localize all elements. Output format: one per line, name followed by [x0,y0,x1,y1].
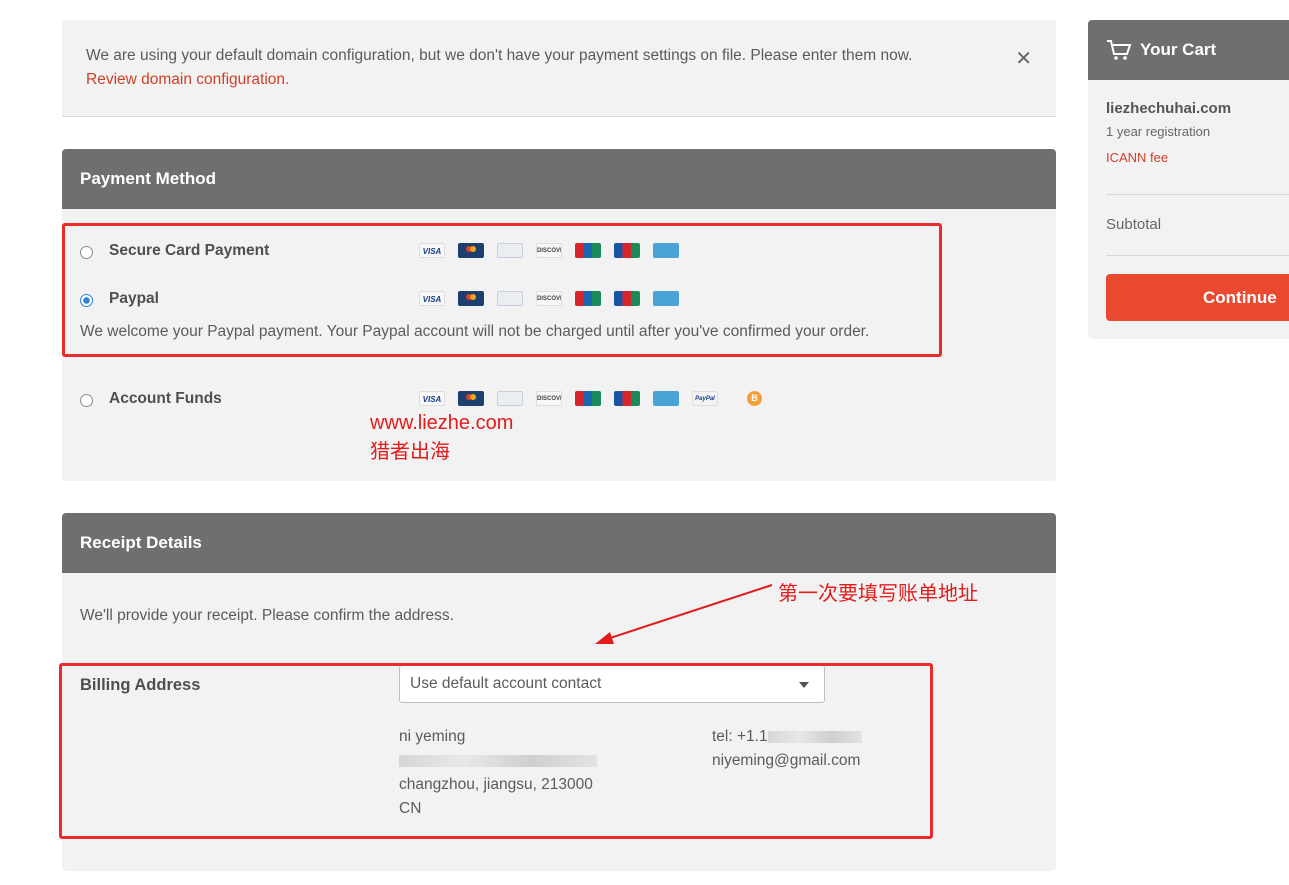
chevron-down-icon [799,682,809,688]
receipt-intro: We'll provide your receipt. Please confi… [80,607,454,624]
receipt-details-title: Receipt Details [62,513,1056,573]
visa-icon: VISA [419,243,445,258]
annotation-text: 第一次要填写账单地址 [778,583,978,605]
contact-tel: tel: +1.1 [712,725,862,749]
bitcoin-icon: B [747,391,762,406]
receipt-details-panel: Receipt Details We'll provide your recei… [62,513,1056,871]
billing-address-select[interactable]: Use default account contact [399,665,825,703]
paypal-description: We welcome your Paypal payment. Your Pay… [80,323,870,340]
discover-icon: DISCOVER [536,243,562,258]
funds-radio[interactable] [80,393,93,407]
paypal-icon: PayPal [692,391,718,406]
cart-registration: 1 year registration [1106,124,1211,139]
amex-icon [497,243,523,258]
address-city: changzhou, jiangsu, 213000 [399,776,593,793]
paysafe-icon [653,291,679,306]
mastercard-icon [458,391,484,406]
contact-block: tel: +1.1 niyeming@gmail.com [712,725,862,773]
paypal-radio[interactable] [80,293,93,307]
amex-icon [497,291,523,306]
select-value: Use default account contact [410,675,602,692]
review-domain-link[interactable]: Review domain configuration [86,71,285,88]
watermark-text: www.liezhe.com 猎者出海 [370,409,513,467]
unionpay-icon [575,243,601,258]
watermark-cn: 猎者出海 [370,441,450,463]
discover-icon: DISCOVER [536,391,562,406]
paypal-option-label: Paypal [109,290,159,307]
tel-text: tel: +1.1 [712,728,768,745]
payment-method-panel: Payment Method Secure Card Payment VISA … [62,149,1056,481]
subtotal-label: Subtotal [1106,216,1162,233]
jcb-icon [614,243,640,258]
payment-option-card[interactable]: Secure Card Payment VISA DISCOVER [80,240,679,264]
card-icons: VISA DISCOVER [419,243,679,258]
cart-panel: Your Cart liezhechuhai.com 1 year regist… [1088,20,1289,339]
unionpay-icon [575,291,601,306]
notice-message: We are using your default domain configu… [86,47,913,64]
address-line-redacted [399,749,597,773]
unionpay-icon [575,391,601,406]
card-radio[interactable] [80,245,93,259]
close-icon[interactable]: ✕ [1015,46,1032,71]
jcb-icon [614,291,640,306]
cart-title: Your Cart [1140,40,1217,59]
notice-banner: We are using your default domain configu… [62,20,1056,117]
payment-option-paypal[interactable]: Paypal VISA DISCOVER [80,288,679,312]
amex-icon [497,391,523,406]
mastercard-icon [458,243,484,258]
contact-email: niyeming@gmail.com [712,752,861,769]
cart-icon [1107,40,1132,60]
payment-option-funds[interactable]: Account Funds VISA DISCOVER PayPal B [80,388,762,412]
icann-fee: ICANN fee [1106,150,1169,165]
card-icons: VISA DISCOVER PayPal B [419,391,762,406]
cart-domain: liezhechuhai.com [1106,100,1232,117]
visa-icon: VISA [419,391,445,406]
notice-link-suffix: . [285,71,290,88]
card-option-label: Secure Card Payment [109,242,270,259]
billing-address-label: Billing Address [80,676,201,694]
funds-option-label: Account Funds [109,390,222,407]
annotation-arrow-icon [595,584,773,644]
discover-icon: DISCOVER [536,291,562,306]
cart-divider [1106,194,1289,195]
jcb-icon [614,391,640,406]
cart-divider [1106,255,1289,256]
payment-method-title: Payment Method [62,149,1056,209]
paysafe-icon [653,391,679,406]
card-icons: VISA DISCOVER [419,291,679,306]
address-block: ni yeming changzhou, jiangsu, 213000 CN [399,725,597,821]
mastercard-icon [458,291,484,306]
address-name: ni yeming [399,728,466,745]
watermark-url: www.liezhe.com [370,412,514,434]
continue-button[interactable]: Continue [1106,274,1289,321]
cart-header: Your Cart [1088,20,1289,80]
notice-text: We are using your default domain configu… [86,44,986,92]
address-country: CN [399,800,422,817]
visa-icon: VISA [419,291,445,306]
paysafe-icon [653,243,679,258]
